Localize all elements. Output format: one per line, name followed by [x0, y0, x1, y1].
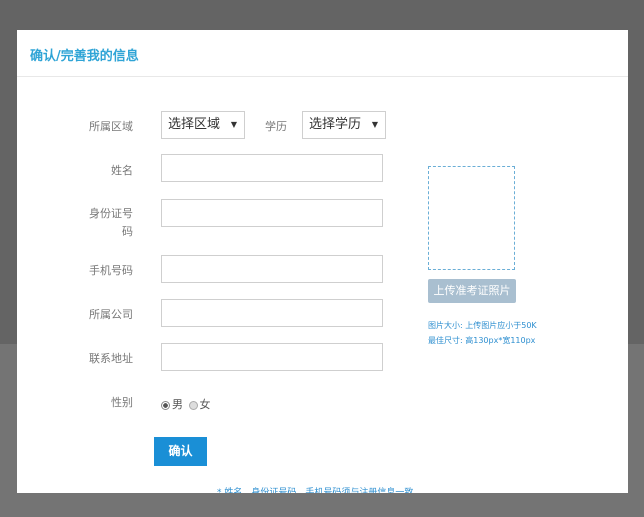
id-label-line2: 码: [122, 225, 133, 238]
gender-radio-group: 男 女: [161, 396, 211, 412]
photo-size-note: 图片大小: 上传图片应小于50K: [428, 321, 537, 330]
gender-male-radio[interactable]: [161, 400, 170, 410]
name-label: 姓名: [111, 164, 133, 177]
caret-down-icon: ▼: [371, 120, 378, 129]
footnote: * 姓名、身份证号码、手机号码须与注册信息一致: [217, 488, 414, 493]
id-number-input[interactable]: [161, 199, 383, 227]
photo-dimension-note: 最佳尺寸: 高130px*宽110px: [428, 336, 536, 345]
phone-label: 手机号码: [89, 264, 133, 277]
region-label: 所属区域: [89, 120, 133, 133]
gender-female-radio[interactable]: [188, 400, 198, 410]
modal-title: 确认/完善我的信息: [30, 49, 139, 64]
info-modal: 确认/完善我的信息 所属区域 选择区域 ▼ 学历 选择学历 ▼ 姓名 身份证号 …: [17, 30, 628, 493]
address-label: 联系地址: [89, 352, 133, 365]
id-label-line1: 身份证号: [89, 207, 133, 220]
address-input[interactable]: [161, 343, 383, 371]
education-select-value: 选择学历: [309, 117, 362, 132]
company-label: 所属公司: [89, 308, 133, 321]
gender-female-label: 女: [199, 398, 211, 411]
phone-input[interactable]: [161, 255, 383, 283]
upload-photo-button[interactable]: 上传准考证照片: [428, 279, 516, 303]
confirm-button[interactable]: 确认: [154, 437, 207, 466]
gender-male-label: 男: [172, 398, 183, 411]
modal-header: 确认/完善我的信息: [17, 30, 628, 77]
photo-preview-box: [428, 166, 515, 270]
education-label: 学历: [265, 120, 287, 133]
region-select-value: 选择区域: [168, 117, 221, 132]
name-input[interactable]: [161, 154, 383, 182]
company-input[interactable]: [161, 299, 383, 327]
gender-label: 性别: [111, 396, 133, 409]
education-select[interactable]: 选择学历 ▼: [302, 111, 386, 139]
